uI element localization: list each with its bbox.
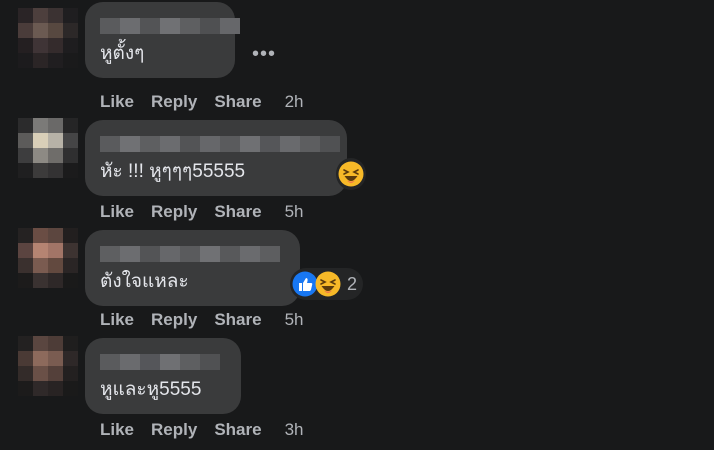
reply-button[interactable]: Reply: [151, 310, 197, 330]
comment-bubble: ตังใจแหละ: [85, 230, 300, 306]
share-button[interactable]: Share: [214, 92, 261, 112]
reaction-summary[interactable]: 2: [290, 268, 364, 300]
comment-thread: หูตั้งๆ ••• Like Reply Share 2h หัะ !!! …: [0, 0, 714, 450]
more-options-icon[interactable]: •••: [252, 44, 276, 64]
like-button[interactable]: Like: [100, 202, 134, 222]
author-name-redacted[interactable]: [100, 136, 340, 152]
avatar[interactable]: [18, 8, 78, 68]
reaction-count: 2: [347, 273, 358, 294]
comment-bubble: หูตั้งๆ: [85, 2, 240, 78]
reaction-summary[interactable]: [336, 158, 366, 190]
comment-bubble: หูและหู5555: [85, 338, 241, 414]
share-button[interactable]: Share: [214, 202, 261, 222]
like-button[interactable]: Like: [100, 420, 134, 440]
comment-actions: Like Reply Share 5h: [100, 202, 321, 222]
comment-actions: Like Reply Share 5h: [100, 310, 321, 330]
comment-actions: Like Reply Share 2h: [100, 92, 321, 112]
author-name-redacted[interactable]: [100, 246, 280, 262]
avatar[interactable]: [18, 228, 78, 288]
share-button[interactable]: Share: [214, 420, 261, 440]
timestamp[interactable]: 2h: [285, 92, 304, 112]
comment-bubble: หัะ !!! หูๆๆๆ55555: [85, 120, 347, 196]
avatar[interactable]: [18, 336, 78, 396]
share-button[interactable]: Share: [214, 310, 261, 330]
comment-actions: Like Reply Share 3h: [100, 420, 321, 440]
author-name-redacted[interactable]: [100, 354, 220, 370]
haha-emoji-icon: [315, 271, 341, 297]
timestamp[interactable]: 3h: [285, 420, 304, 440]
reply-button[interactable]: Reply: [151, 420, 197, 440]
author-name-redacted[interactable]: [100, 18, 240, 34]
reply-button[interactable]: Reply: [151, 202, 197, 222]
comment-text: หัะ !!! หูๆๆๆ55555: [100, 161, 246, 182]
like-button[interactable]: Like: [100, 92, 134, 112]
timestamp[interactable]: 5h: [285, 202, 304, 222]
haha-emoji-icon: [338, 161, 364, 187]
comment-text: หูและหู5555: [100, 379, 202, 400]
comment-text: ตังใจแหละ: [100, 271, 189, 292]
timestamp[interactable]: 5h: [285, 310, 304, 330]
reply-button[interactable]: Reply: [151, 92, 197, 112]
like-button[interactable]: Like: [100, 310, 134, 330]
comment-text: หูตั้งๆ: [100, 43, 145, 64]
avatar[interactable]: [18, 118, 78, 178]
